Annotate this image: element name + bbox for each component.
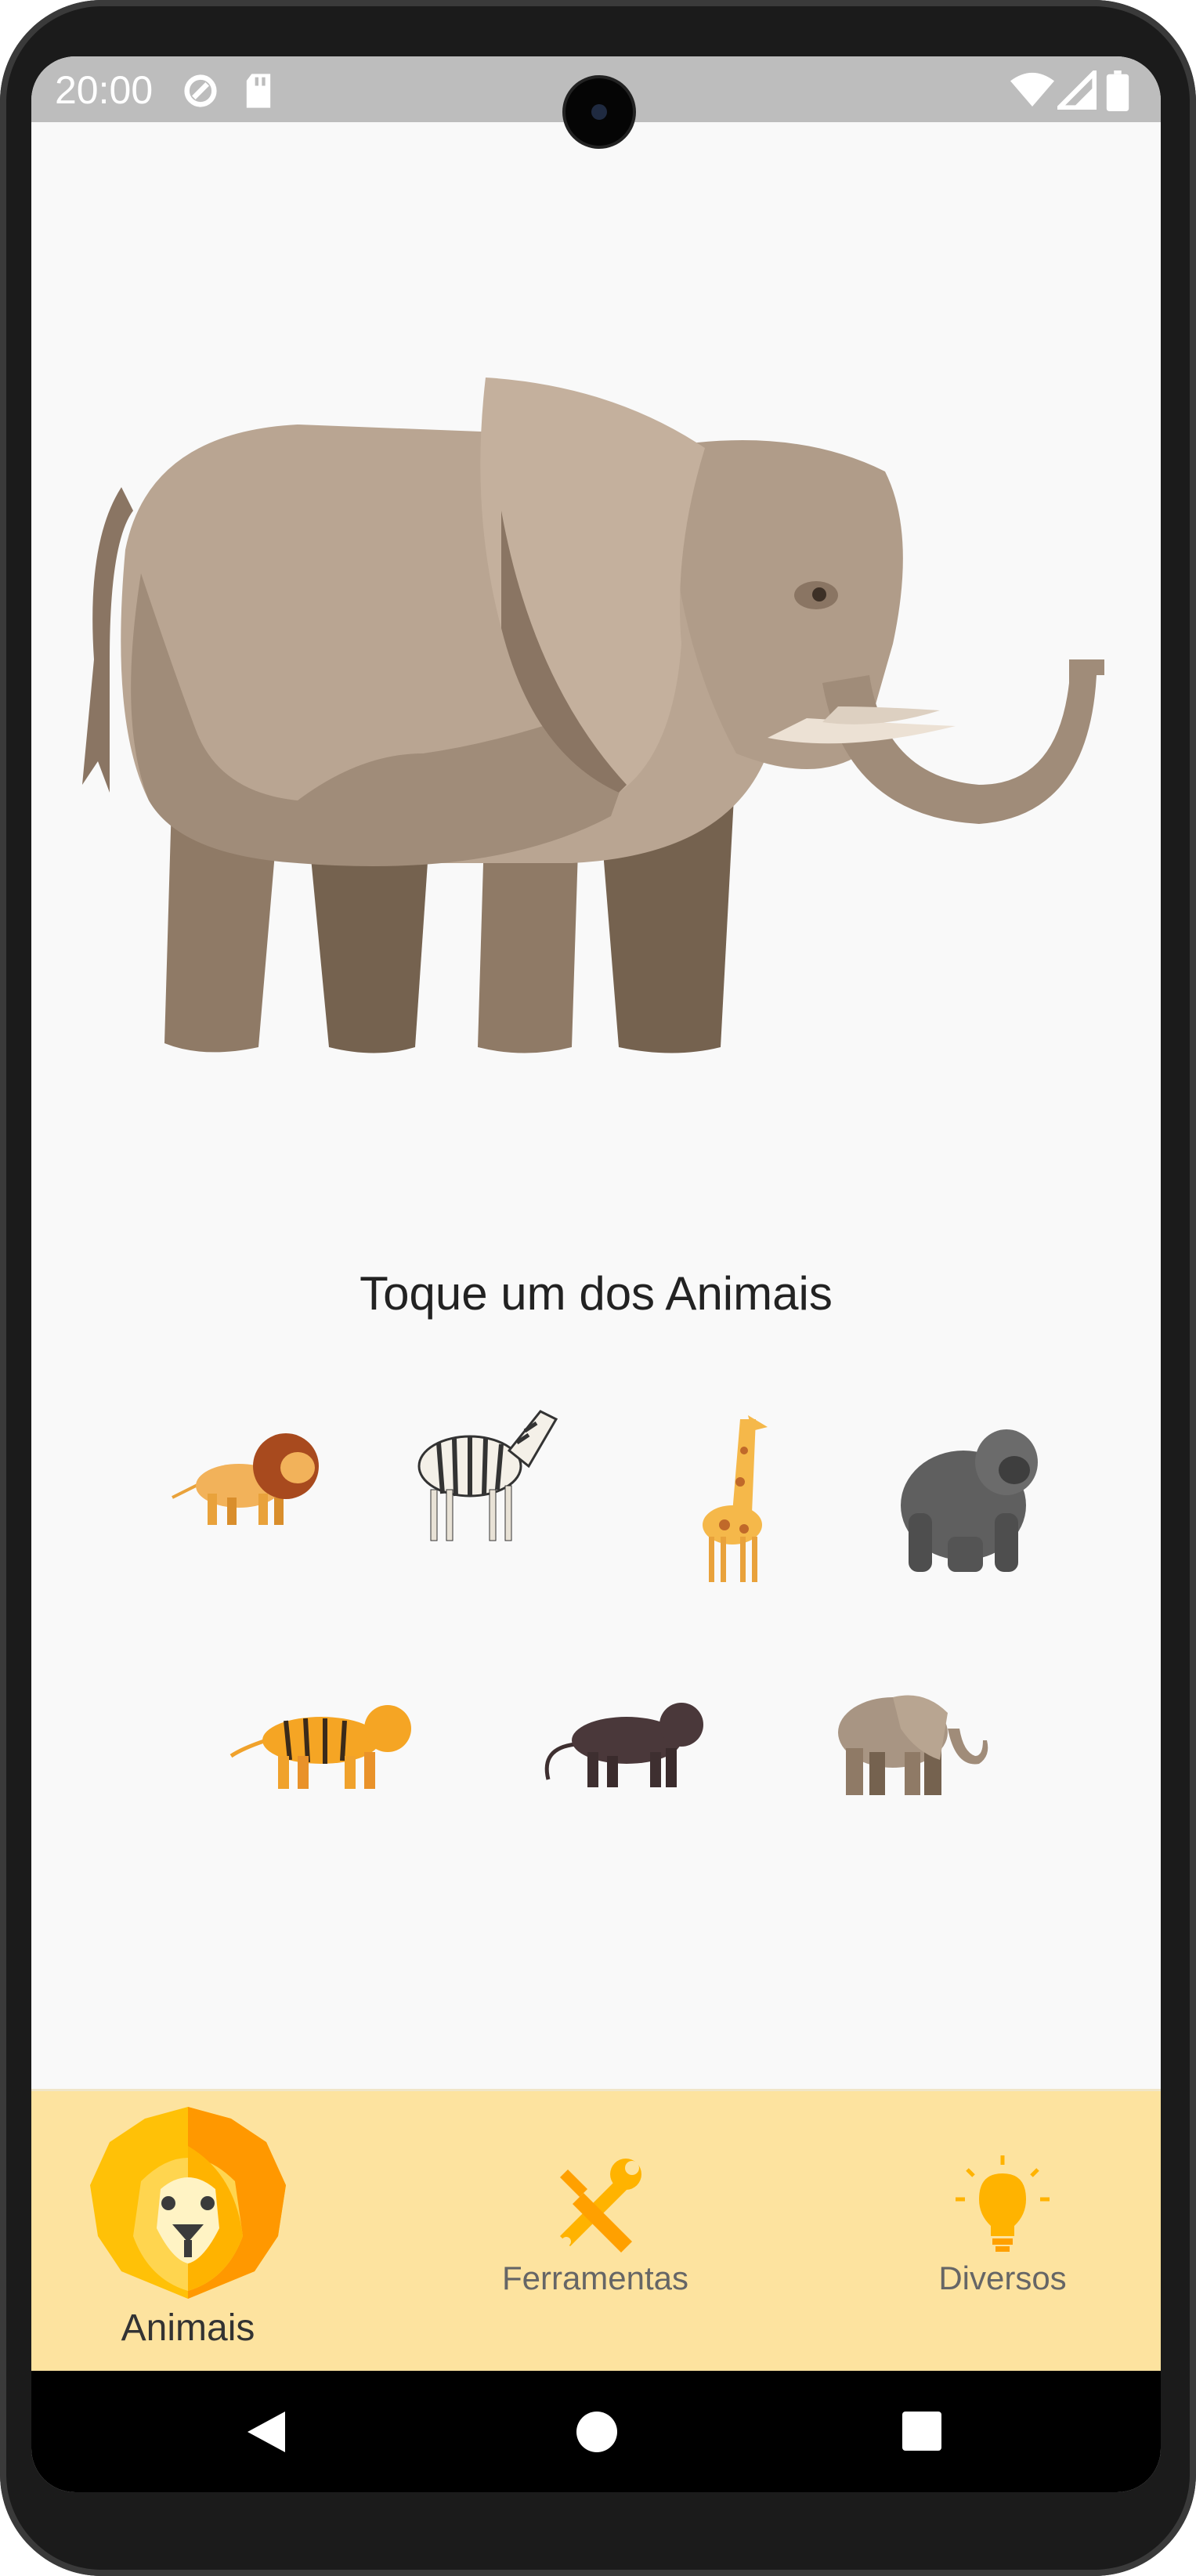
nav-tab-diversos[interactable]: Diversos (901, 2154, 1104, 2297)
selected-animal-image (82, 378, 1104, 1053)
app-screen: 20:00 Toque um dos Animais Animais Ferra… (31, 56, 1161, 2492)
recents-icon[interactable] (901, 2410, 943, 2452)
sync-icon (184, 74, 217, 107)
nav-label-diversos: Diversos (938, 2260, 1067, 2296)
animal-panther-icon[interactable] (540, 1685, 713, 1791)
back-icon[interactable] (244, 2410, 288, 2454)
animal-elephant-icon[interactable] (830, 1682, 995, 1799)
lion-face-icon (90, 2107, 286, 2299)
system-navigation-bar (31, 2371, 1161, 2492)
tools-icon (560, 2159, 641, 2253)
phone-frame: 20:00 Toque um dos Animais Animais Ferra… (0, 0, 1196, 2576)
signal-icon (1057, 70, 1097, 110)
animal-tiger-icon[interactable] (227, 1685, 423, 1791)
animal-zebra-icon[interactable] (399, 1388, 564, 1545)
status-time: 20:00 (55, 68, 154, 112)
battery-icon (1106, 70, 1129, 111)
nav-tab-animais[interactable]: Animais (86, 2103, 290, 2350)
animal-gorilla-icon[interactable] (893, 1419, 1042, 1576)
nav-tab-ferramentas[interactable]: Ferramentas (501, 2154, 689, 2297)
nav-label-animais: Animais (121, 2307, 255, 2349)
wifi-icon (1010, 72, 1054, 107)
page-title: Toque um dos Animais (360, 1267, 833, 1320)
nav-label-ferramentas: Ferramentas (501, 2260, 689, 2296)
home-icon[interactable] (575, 2410, 619, 2454)
animal-lion-icon[interactable] (164, 1419, 329, 1529)
animal-giraffe-icon[interactable] (697, 1411, 783, 1584)
front-camera (565, 78, 633, 146)
sd-card-icon (246, 74, 271, 108)
lightbulb-icon (956, 2155, 1050, 2252)
bottom-navigation: Animais Ferramentas Diversos (31, 2089, 1161, 2373)
